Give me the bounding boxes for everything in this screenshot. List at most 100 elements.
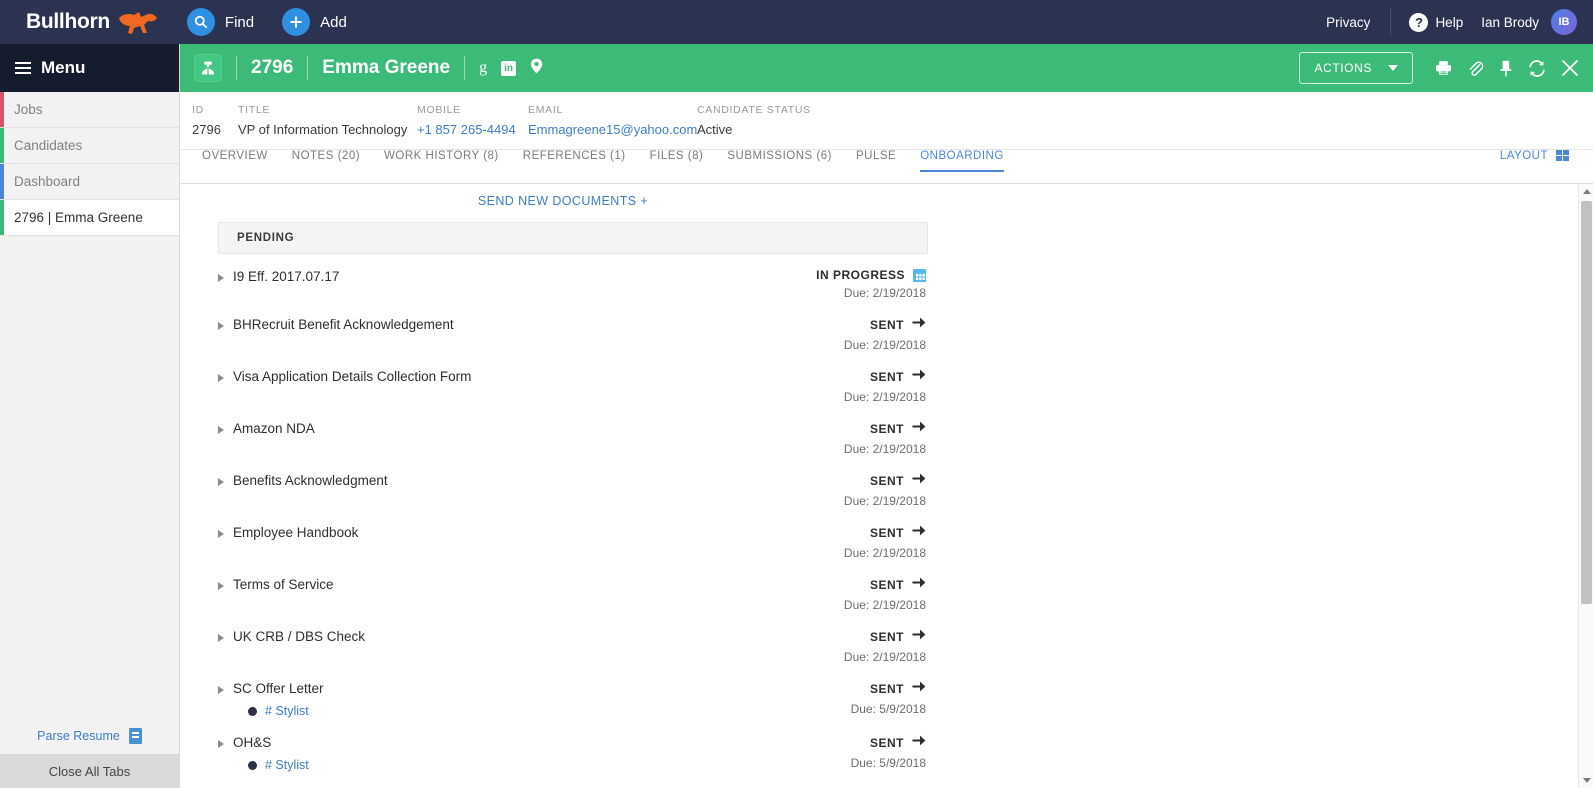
- record-tabs: OVERVIEW NOTES (20) WORK HISTORY (8) REF…: [180, 150, 1593, 184]
- scroll-down-arrow[interactable]: [1579, 773, 1593, 788]
- parse-resume-button[interactable]: Parse Resume: [0, 718, 179, 754]
- attachment-icon[interactable]: [1467, 60, 1484, 77]
- arrow-right-icon[interactable]: [912, 734, 926, 752]
- tab-files[interactable]: FILES (8): [650, 150, 704, 172]
- tab-work-history[interactable]: WORK HISTORY (8): [384, 150, 499, 172]
- sidebar-item-label: Dashboard: [14, 174, 80, 189]
- close-all-tabs-button[interactable]: Close All Tabs: [0, 754, 179, 788]
- expand-triangle-icon[interactable]: [218, 478, 224, 486]
- detail-value: 2796: [192, 122, 221, 137]
- document-row[interactable]: Amazon NDA SENT Due: 2/19/2018: [218, 412, 928, 464]
- calendar-icon[interactable]: [913, 269, 926, 282]
- arrow-right-icon[interactable]: [912, 472, 926, 490]
- sidebar-item-record-tab[interactable]: 2796 | Emma Greene: [0, 200, 179, 236]
- header-divider: [307, 56, 308, 80]
- document-row[interactable]: UK CRB / DBS Check SENT Due: 2/19/2018: [218, 620, 928, 672]
- menu-toggle[interactable]: Menu: [0, 44, 179, 92]
- sidebar-item-candidates[interactable]: Candidates: [0, 128, 179, 164]
- expand-triangle-icon[interactable]: [218, 426, 224, 434]
- detail-label: EMAIL: [528, 104, 697, 116]
- expand-triangle-icon[interactable]: [218, 530, 224, 538]
- detail-field-mobile: MOBILE +1 857 265-4494: [417, 104, 516, 137]
- record-name: Emma Greene: [322, 57, 450, 79]
- location-pin-icon[interactable]: [530, 58, 543, 79]
- help-button[interactable]: ? Help: [1409, 13, 1463, 32]
- onboarding-panel: SEND NEW DOCUMENTS + PENDING I9 Eff. 201…: [180, 184, 1578, 788]
- expand-triangle-icon[interactable]: [218, 374, 224, 382]
- vertical-scrollbar[interactable]: [1578, 184, 1593, 788]
- pin-icon[interactable]: [1499, 60, 1513, 77]
- arrow-right-icon[interactable]: [912, 316, 926, 334]
- candidate-icon[interactable]: [194, 54, 222, 82]
- document-row[interactable]: OH&S # Stylist SENT: [218, 726, 928, 780]
- sidebar: Menu Jobs Candidates Dashboard 2796 | Em…: [0, 44, 180, 788]
- google-plus-icon[interactable]: g: [479, 59, 487, 77]
- document-name: Benefits Acknowledgment: [233, 472, 388, 489]
- document-row[interactable]: Visa Application Details Collection Form…: [218, 360, 928, 412]
- document-status-col: SENT Due: 2/19/2018: [844, 368, 928, 404]
- arrow-right-icon[interactable]: [912, 524, 926, 542]
- privacy-link[interactable]: Privacy: [1326, 15, 1370, 30]
- record-id: 2796: [251, 57, 293, 79]
- sidebar-item-label: Candidates: [14, 138, 82, 153]
- layout-button[interactable]: LAYOUT: [1500, 150, 1569, 162]
- document-status-col: SENT Due: 5/9/2018: [851, 680, 928, 718]
- expand-triangle-icon[interactable]: [218, 740, 224, 748]
- tab-references[interactable]: REFERENCES (1): [523, 150, 626, 172]
- find-label: Find: [225, 14, 254, 31]
- document-row[interactable]: Benefits Acknowledgment SENT Due: 2/19/2…: [218, 464, 928, 516]
- arrow-right-icon[interactable]: [912, 368, 926, 386]
- document-row[interactable]: SC Offer Letter # Stylist SENT: [218, 672, 928, 726]
- detail-value-phone-link[interactable]: +1 857 265-4494: [417, 122, 516, 137]
- user-menu[interactable]: Ian Brody IB: [1481, 9, 1577, 35]
- send-new-documents-link[interactable]: SEND NEW DOCUMENTS +: [218, 184, 908, 222]
- tab-pulse[interactable]: PULSE: [856, 150, 896, 172]
- document-due-date: Due: 2/19/2018: [816, 286, 926, 300]
- scrollbar-thumb[interactable]: [1581, 201, 1592, 604]
- tab-notes[interactable]: NOTES (20): [292, 150, 360, 172]
- bullhorn-logo[interactable]: Bullhorn: [26, 9, 159, 35]
- document-icon: [129, 728, 142, 744]
- refresh-icon[interactable]: [1528, 60, 1546, 77]
- arrow-right-icon[interactable]: [912, 420, 926, 438]
- document-row[interactable]: BHRecruit Benefit Acknowledgement SENT D…: [218, 308, 928, 360]
- expand-triangle-icon[interactable]: [218, 634, 224, 642]
- expand-triangle-icon[interactable]: [218, 322, 224, 330]
- document-row[interactable]: I9 Eff. 2017.07.17 IN PROGRESS Due: 2/19…: [218, 260, 928, 308]
- arrow-right-icon[interactable]: [912, 628, 926, 646]
- top-navigation-right: Privacy ? Help Ian Brody IB: [1308, 9, 1577, 35]
- sidebar-item-dashboard[interactable]: Dashboard: [0, 164, 179, 200]
- tab-overview[interactable]: OVERVIEW: [202, 150, 268, 172]
- document-due-date: Due: 2/19/2018: [844, 650, 926, 664]
- document-sub-item: # Stylist: [248, 704, 324, 718]
- document-row[interactable]: Employee Handbook SENT Due: 2/19/2018: [218, 516, 928, 568]
- header-divider: [464, 56, 465, 80]
- arrow-right-icon[interactable]: [912, 576, 926, 594]
- expand-triangle-icon[interactable]: [218, 582, 224, 590]
- document-sub-link[interactable]: # Stylist: [265, 758, 309, 772]
- linkedin-icon[interactable]: in: [501, 61, 516, 76]
- expand-triangle-icon[interactable]: [218, 686, 224, 694]
- header-divider: [236, 56, 237, 80]
- document-status-col: SENT Due: 2/19/2018: [844, 576, 928, 612]
- arrow-right-icon[interactable]: [912, 680, 926, 698]
- tab-onboarding[interactable]: ONBOARDING: [920, 150, 1004, 172]
- document-name: UK CRB / DBS Check: [233, 628, 365, 645]
- detail-value-email-link[interactable]: Emmagreene15@yahoo.com: [528, 122, 697, 137]
- document-name: BHRecruit Benefit Acknowledgement: [233, 316, 454, 333]
- print-icon[interactable]: [1435, 60, 1452, 76]
- document-status-col: SENT Due: 2/19/2018: [844, 628, 928, 664]
- sidebar-item-label: Jobs: [14, 102, 43, 117]
- expand-triangle-icon[interactable]: [218, 274, 224, 282]
- scroll-up-arrow[interactable]: [1579, 184, 1593, 199]
- tab-submissions[interactable]: SUBMISSIONS (6): [727, 150, 832, 172]
- detail-field-email: EMAIL Emmagreene15@yahoo.com: [528, 104, 697, 137]
- document-row[interactable]: Terms of Service SENT Due: 2/19/2018: [218, 568, 928, 620]
- close-icon[interactable]: [1561, 59, 1579, 77]
- find-button[interactable]: Find: [187, 8, 254, 36]
- actions-button[interactable]: ACTIONS: [1299, 52, 1413, 84]
- parse-resume-label: Parse Resume: [37, 729, 120, 743]
- document-sub-link[interactable]: # Stylist: [265, 704, 309, 718]
- sidebar-item-jobs[interactable]: Jobs: [0, 92, 179, 128]
- add-button[interactable]: Add: [282, 8, 347, 36]
